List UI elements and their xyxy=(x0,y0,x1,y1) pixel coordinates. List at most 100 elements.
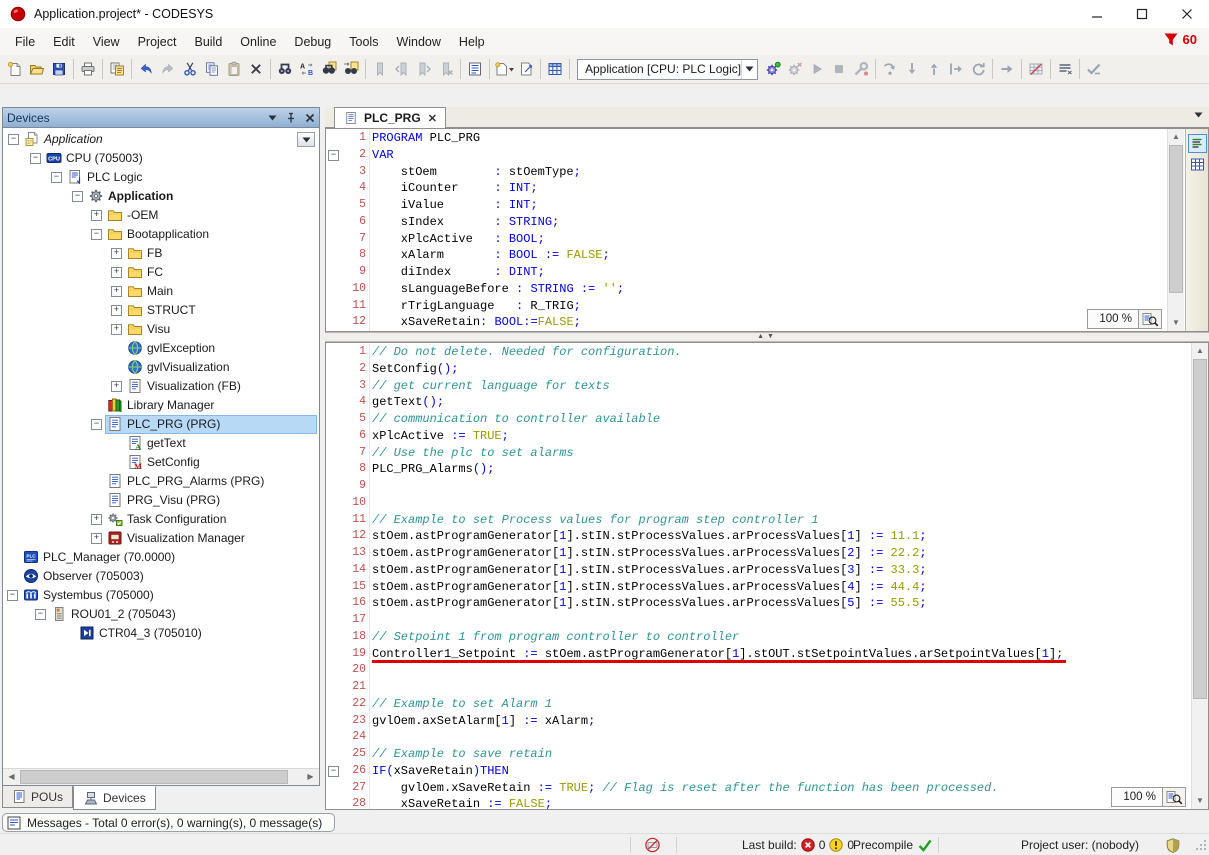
menu-item-file[interactable]: File xyxy=(6,31,44,53)
code-line-1[interactable]: 1// Do not delete. Needed for configurat… xyxy=(326,344,1190,361)
tree-item-ctr04-3-705010[interactable]: CTR04_3 (705010) xyxy=(3,624,319,643)
tree-item-cpu-705003[interactable]: −CPUCPU (705003) xyxy=(3,149,319,168)
menu-item-project[interactable]: Project xyxy=(129,31,186,53)
expand-icon[interactable]: + xyxy=(111,324,122,335)
messages-window-button[interactable]: Messages - Total 0 error(s), 0 warning(s… xyxy=(2,813,335,832)
code-line-7[interactable]: 7// Use the plc to set alarms xyxy=(326,445,1190,462)
collapse-icon[interactable]: − xyxy=(72,191,83,202)
code-line-3[interactable]: 3 stOem : stOemType; xyxy=(326,164,1166,181)
code-line-9[interactable]: 9 xyxy=(326,478,1190,495)
panel-menu-icon[interactable] xyxy=(268,115,277,121)
tree-item-plc-logic[interactable]: −PLC Logic xyxy=(3,168,319,187)
tab-close-icon[interactable]: ✕ xyxy=(428,112,437,125)
flow-control-button[interactable] xyxy=(1083,58,1105,80)
properties-button[interactable] xyxy=(464,58,486,80)
tree-item-library-manager[interactable]: Library Manager xyxy=(3,396,319,415)
textual-view-button[interactable] xyxy=(1188,134,1207,153)
new-project-button[interactable] xyxy=(4,58,26,80)
security-status[interactable] xyxy=(1166,834,1180,855)
active-application-dropdown[interactable] xyxy=(297,132,315,147)
tree-item-plc-prg-alarms-prg[interactable]: PLC_PRG_Alarms (PRG) xyxy=(3,472,319,491)
tree-item-main[interactable]: +Main xyxy=(3,282,319,301)
collapse-icon[interactable]: − xyxy=(51,172,62,183)
run-to-cursor-button[interactable] xyxy=(945,58,967,80)
menu-item-help[interactable]: Help xyxy=(450,31,494,53)
code-line-1[interactable]: 1PROGRAM PLC_PRG xyxy=(326,130,1166,147)
menu-item-window[interactable]: Window xyxy=(387,31,449,53)
expand-icon[interactable]: + xyxy=(111,305,122,316)
code-line-3[interactable]: 3// get current language for texts xyxy=(326,378,1190,395)
bookmark-next-button[interactable] xyxy=(413,58,435,80)
step-out-button[interactable] xyxy=(923,58,945,80)
bookmark-toggle-button[interactable] xyxy=(369,58,391,80)
code-line-23[interactable]: 23gvlOem.axSetAlarm[1] := xAlarm; xyxy=(326,713,1190,730)
tab-list-dropdown-icon[interactable] xyxy=(1194,112,1203,118)
cut-button[interactable] xyxy=(179,58,201,80)
tree-item-struct[interactable]: +STRUCT xyxy=(3,301,319,320)
tree-item-gvlexception[interactable]: gvlException xyxy=(3,339,319,358)
fold-collapse-icon[interactable]: − xyxy=(328,150,339,161)
copy-special-button[interactable] xyxy=(106,58,128,80)
tree-item-observer-705003[interactable]: Observer (705003) xyxy=(3,567,319,586)
code-line-2[interactable]: −2VAR xyxy=(326,147,1166,164)
code-line-2[interactable]: 2SetConfig(); xyxy=(326,361,1190,378)
code-line-9[interactable]: 9 diIndex : DINT; xyxy=(326,264,1166,281)
code-line-4[interactable]: 4 iCounter : INT; xyxy=(326,180,1166,197)
active-application-combobox[interactable]: Application [CPU: PLC Logic] xyxy=(577,59,758,80)
code-line-16[interactable]: 16stOem.astProgramGenerator[1].stIN.stPr… xyxy=(326,595,1190,612)
expand-icon[interactable]: + xyxy=(111,286,122,297)
breakpoints-button[interactable] xyxy=(850,58,872,80)
expand-icon[interactable]: + xyxy=(91,514,102,525)
menu-item-edit[interactable]: Edit xyxy=(44,31,84,53)
step-into-button[interactable] xyxy=(901,58,923,80)
menu-item-debug[interactable]: Debug xyxy=(285,31,340,53)
tree-item-rou01-2-705043[interactable]: −ROU01_2 (705043) xyxy=(3,605,319,624)
panel-tab-devices[interactable]: Devices xyxy=(73,786,156,810)
scrollbar-thumb[interactable] xyxy=(1169,145,1183,293)
tree-item-oem[interactable]: +-OEM xyxy=(3,206,319,225)
tree-item-plc-manager-70-0000[interactable]: PLCPLC_Manager (70.0000) xyxy=(3,548,319,567)
declaration-scrollbar[interactable]: ▲ ▼ xyxy=(1167,129,1184,331)
tree-item-visu[interactable]: +Visu xyxy=(3,320,319,339)
login-button[interactable] xyxy=(762,58,784,80)
code-line-5[interactable]: 5 iValue : INT; xyxy=(326,197,1166,214)
code-line-20[interactable]: 20 xyxy=(326,662,1190,679)
collapse-icon[interactable]: − xyxy=(91,419,102,430)
step-over-button[interactable] xyxy=(879,58,901,80)
code-line-13[interactable]: 13stOem.astProgramGenerator[1].stIN.stPr… xyxy=(326,545,1190,562)
code-line-12[interactable]: 12stOem.astProgramGenerator[1].stIN.stPr… xyxy=(326,528,1190,545)
bookmark-clear-button[interactable] xyxy=(435,58,457,80)
code-line-28[interactable]: 28 xSaveRetain := FALSE; xyxy=(326,796,1190,810)
tree-item-plc-prg-prg[interactable]: −PLC_PRG (PRG) xyxy=(3,415,319,434)
menu-item-build[interactable]: Build xyxy=(185,31,231,53)
minimize-button[interactable] xyxy=(1074,0,1119,28)
copy-button[interactable] xyxy=(201,58,223,80)
find-button[interactable] xyxy=(274,58,296,80)
tree-item-fb[interactable]: +FB xyxy=(3,244,319,263)
zoom-level[interactable]: 100 % xyxy=(1087,309,1139,329)
display-mode-button[interactable] xyxy=(1054,58,1076,80)
expand-icon[interactable]: + xyxy=(111,248,122,259)
tree-item-bootapplication[interactable]: −Bootapplication xyxy=(3,225,319,244)
fold-collapse-icon[interactable]: − xyxy=(328,766,339,777)
tab-plc-prg[interactable]: PLC_PRG ✕ xyxy=(334,107,446,128)
tree-item-gettext[interactable]: AgetText xyxy=(3,434,319,453)
scrollbar-thumb[interactable] xyxy=(1193,359,1207,699)
tree-item-fc[interactable]: +FC xyxy=(3,263,319,282)
expand-icon[interactable]: + xyxy=(111,381,122,392)
code-line-27[interactable]: 27 gvlOem.xSaveRetain := TRUE; // Flag i… xyxy=(326,780,1190,797)
replace-in-project-button[interactable] xyxy=(340,58,362,80)
expand-icon[interactable]: + xyxy=(91,210,102,221)
collapse-icon[interactable]: − xyxy=(7,590,18,601)
scroll-right-arrow[interactable]: ▶ xyxy=(302,769,319,784)
code-line-5[interactable]: 5// communication to controller availabl… xyxy=(326,411,1190,428)
new-object-button[interactable] xyxy=(493,58,515,80)
implementation-scrollbar[interactable]: ▲ ▼ xyxy=(1191,343,1208,809)
replace-button[interactable]: AB xyxy=(296,58,318,80)
force-values-button[interactable] xyxy=(1025,58,1047,80)
code-line-10[interactable]: 10 sLanguageBefore : STRING := ''; xyxy=(326,281,1166,298)
tabular-view-button[interactable] xyxy=(1188,155,1207,174)
panel-close-icon[interactable] xyxy=(305,113,315,123)
menu-item-online[interactable]: Online xyxy=(231,31,285,53)
code-line-26[interactable]: −26IF(xSaveRetain)THEN xyxy=(326,763,1190,780)
